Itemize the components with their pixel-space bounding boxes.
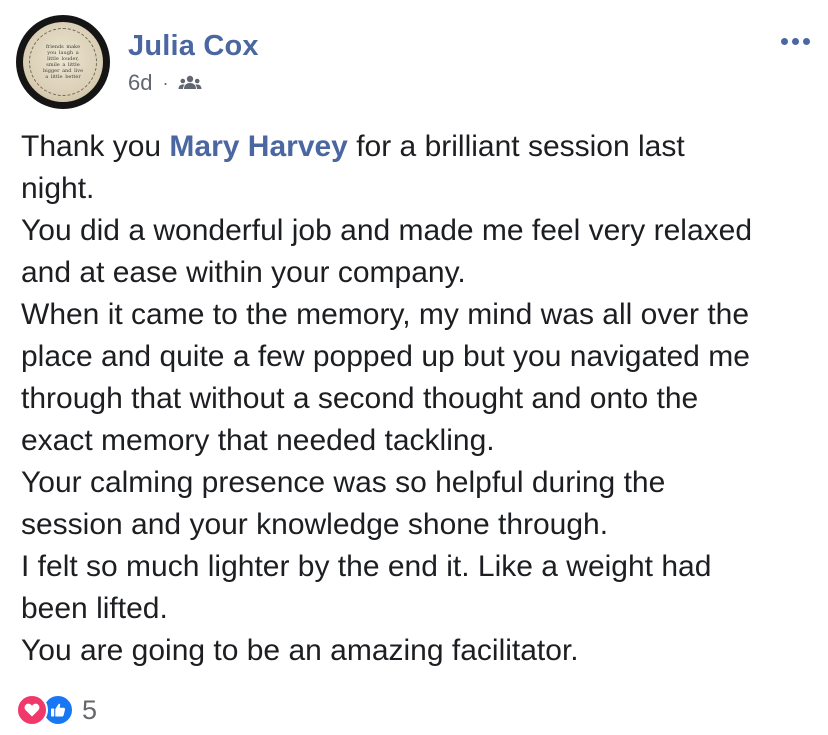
post-line: You did a wonderful job and made me feel… [21,214,753,247]
more-dot-icon [781,38,788,45]
avatar-image: friends make you laugh a little louder, … [23,22,103,102]
post-line: I felt so much lighter by the end it. Li… [21,550,712,583]
post-line: Your calming presence was so helpful dur… [21,466,666,499]
mention-link[interactable]: Mary Harvey [169,130,347,163]
avatar-wreath: friends make you laugh a little louder, … [29,28,97,96]
reactions-summary[interactable]: 5 [16,694,97,726]
more-dot-icon [792,38,799,45]
post-meta: 6d · [128,70,202,96]
post-text-segment: for a brilliant session last [347,130,685,163]
post-line: When it came to the memory, my mind was … [21,298,750,331]
post-text-segment: Thank you [21,130,170,163]
avatar-caption: friends make you laugh a little louder, … [42,44,84,80]
post-line: You are going to be an amazing facilitat… [21,634,579,667]
post-line: exact memory that needed tackling. [21,424,495,457]
more-dot-icon [803,38,810,45]
meta-separator: · [162,72,169,93]
post-timestamp[interactable]: 6d [128,70,152,96]
post-line: been lifted. [21,592,168,625]
post-line: place and quite a few popped up but you … [21,340,750,373]
post-line: session and your knowledge shone through… [21,508,609,541]
post-line: Thank you Mary Harvey for a brilliant se… [21,126,811,168]
post-text: Thank you Mary Harvey for a brilliant se… [21,126,811,672]
avatar[interactable]: friends make you laugh a little louder, … [16,15,110,109]
post-line: and at ease within your company. [21,256,466,289]
more-options-button[interactable] [781,38,810,45]
author-name[interactable]: Julia Cox [128,30,259,63]
post-line: night. [21,172,95,205]
post-line: through that without a second thought an… [21,382,699,415]
love-icon [16,694,48,726]
reaction-count[interactable]: 5 [82,695,97,726]
friends-icon[interactable] [178,74,202,92]
